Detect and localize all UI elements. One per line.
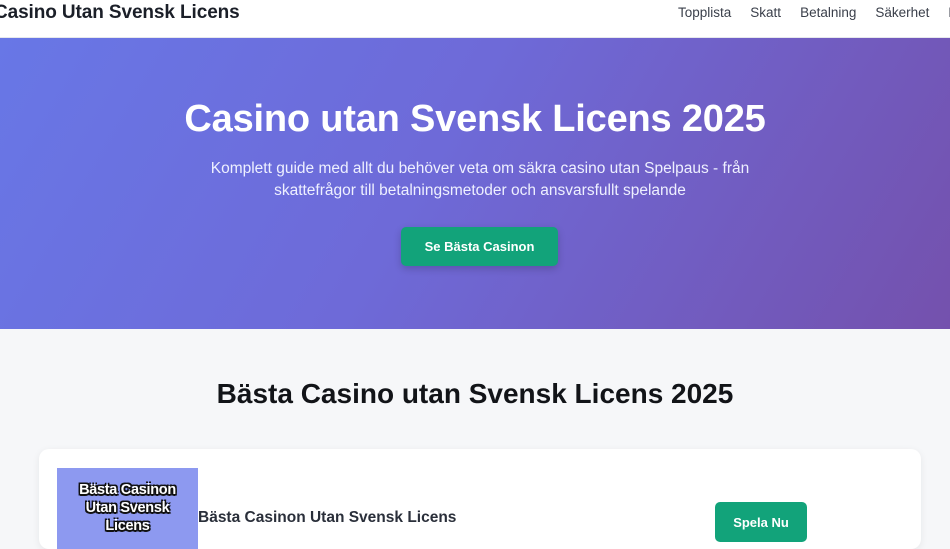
- hero-subtitle: Komplett guide med allt du behöver veta …: [210, 160, 750, 199]
- casino-logo: Bästa Casinon Utan Svensk Licens: [57, 468, 198, 549]
- casino-logo-line-3: Licens: [105, 518, 150, 534]
- casino-logo-line-2: Utan Svensk: [85, 500, 170, 516]
- hero-section: Casino utan Svensk Licens 2025 Komplett …: [0, 38, 950, 329]
- see-best-casinos-button[interactable]: Se Bästa Casinon: [401, 227, 558, 266]
- nav-link-betalning[interactable]: Betalning: [800, 5, 856, 20]
- section-title: Bästa Casino utan Svensk Licens 2025: [216, 378, 734, 409]
- casino-name: Bästa Casinon Utan Svensk Licens: [198, 509, 457, 526]
- casino-logo-line-1: Bästa Casinon: [79, 482, 176, 498]
- casino-card: Bästa Casinon Utan Svensk Licens Bästa C…: [39, 449, 921, 549]
- nav-link-sakerhet[interactable]: Säkerhet: [875, 5, 929, 20]
- site-logo-text[interactable]: Casino Utan Svensk Licens: [0, 2, 240, 24]
- nav-link-topplista[interactable]: Topplista: [678, 5, 731, 20]
- nav-link-skatt[interactable]: Skatt: [750, 5, 781, 20]
- hero-title: Casino utan Svensk Licens 2025: [184, 98, 766, 140]
- play-now-button[interactable]: Spela Nu: [715, 502, 807, 542]
- site-header: Casino Utan Svensk Licens Topplista Skat…: [0, 0, 950, 38]
- main-nav: Topplista Skatt Betalning Säkerhet F: [678, 5, 950, 20]
